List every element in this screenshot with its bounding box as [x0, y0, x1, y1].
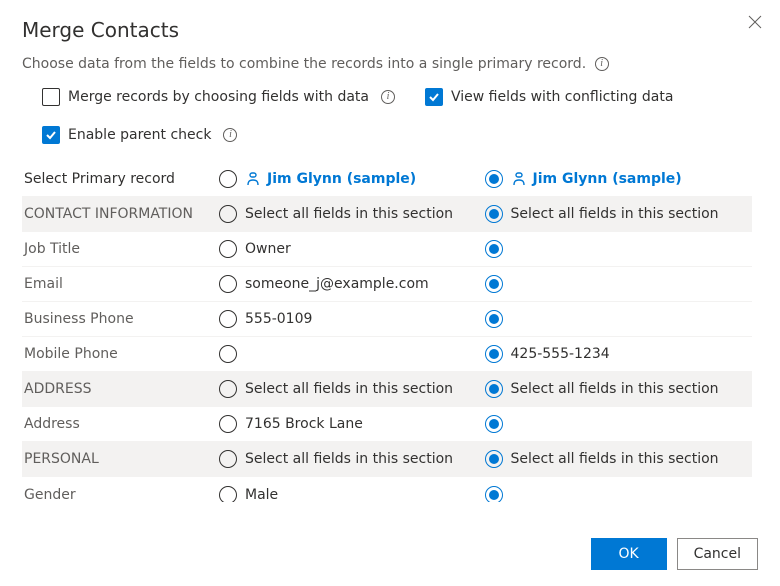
radio-field-right[interactable] — [485, 415, 503, 433]
radio-field-right[interactable] — [485, 240, 503, 258]
section-header: ADDRESS Select all fields in this sectio… — [22, 372, 752, 407]
checkbox-label: Enable parent check — [68, 127, 211, 143]
field-row: Email someone_j@example.com — [22, 267, 752, 302]
radio-section-right[interactable] — [485, 205, 503, 223]
section-title: CONTACT INFORMATION — [24, 206, 219, 222]
field-value-right: 425-555-1234 — [511, 346, 610, 362]
radio-section-right[interactable] — [485, 380, 503, 398]
ok-button[interactable]: OK — [591, 538, 667, 570]
dialog-footer: OK Cancel — [591, 538, 758, 570]
field-value-left: 555-0109 — [245, 311, 312, 327]
radio-field-left[interactable] — [219, 240, 237, 258]
info-icon[interactable]: i — [595, 57, 609, 71]
section-select-all-label: Select all fields in this section — [245, 206, 453, 222]
radio-field-left[interactable] — [219, 345, 237, 363]
radio-field-left[interactable] — [219, 486, 237, 503]
radio-primary-left[interactable] — [219, 170, 237, 188]
person-icon — [245, 171, 261, 187]
radio-field-left[interactable] — [219, 310, 237, 328]
radio-section-left[interactable] — [219, 205, 237, 223]
section-title: ADDRESS — [24, 381, 219, 397]
checkbox-box — [425, 88, 443, 106]
radio-primary-right[interactable] — [485, 170, 503, 188]
checkbox-label: Merge records by choosing fields with da… — [68, 89, 369, 105]
field-label: Address — [24, 416, 219, 432]
dialog-subtitle: Choose data from the fields to combine t… — [22, 56, 758, 72]
section-select-all-label: Select all fields in this section — [245, 381, 453, 397]
section-select-all-label: Select all fields in this section — [245, 451, 453, 467]
radio-field-right[interactable] — [485, 486, 503, 503]
field-row: Gender Male — [22, 477, 752, 502]
field-value-left: Male — [245, 487, 278, 503]
checkbox-box — [42, 88, 60, 106]
merge-contacts-dialog: Merge Contacts Choose data from the fiel… — [0, 0, 780, 586]
primary-record-label: Select Primary record — [24, 171, 219, 187]
info-icon[interactable]: i — [223, 128, 237, 142]
fields-scroll-area[interactable]: Select Primary record Jim Glynn (sample)… — [22, 162, 758, 502]
radio-field-right[interactable] — [485, 275, 503, 293]
primary-record-row: Select Primary record Jim Glynn (sample)… — [22, 162, 752, 197]
field-label: Email — [24, 276, 219, 292]
field-value-left: Owner — [245, 241, 291, 257]
field-row: Mobile Phone 425-555-1234 — [22, 337, 752, 372]
field-label: Mobile Phone — [24, 346, 219, 362]
dialog-title: Merge Contacts — [22, 18, 758, 42]
radio-field-right[interactable] — [485, 345, 503, 363]
radio-section-left[interactable] — [219, 380, 237, 398]
close-button[interactable] — [748, 14, 762, 33]
section-select-all-label: Select all fields in this section — [511, 381, 719, 397]
cancel-button[interactable]: Cancel — [677, 538, 758, 570]
close-icon — [748, 15, 762, 29]
checkbox-enable-parent[interactable]: Enable parent check i — [42, 126, 758, 144]
primary-record-right: Jim Glynn (sample) — [485, 170, 751, 188]
field-value-left: someone_j@example.com — [245, 276, 429, 292]
record-name-left[interactable]: Jim Glynn (sample) — [245, 171, 416, 187]
radio-field-right[interactable] — [485, 310, 503, 328]
primary-record-left: Jim Glynn (sample) — [219, 170, 485, 188]
field-row: Job Title Owner — [22, 232, 752, 267]
section-right-col: Select all fields in this section — [485, 205, 751, 223]
checkbox-label: View fields with conflicting data — [451, 89, 673, 105]
radio-field-left[interactable] — [219, 275, 237, 293]
info-icon[interactable]: i — [381, 90, 395, 104]
section-header: CONTACT INFORMATION Select all fields in… — [22, 197, 752, 232]
section-select-all-label: Select all fields in this section — [511, 206, 719, 222]
field-row: Address 7165 Brock Lane — [22, 407, 752, 442]
section-left-col: Select all fields in this section — [219, 205, 485, 223]
dialog-options: Merge records by choosing fields with da… — [22, 88, 758, 144]
field-label: Business Phone — [24, 311, 219, 327]
radio-section-right[interactable] — [485, 450, 503, 468]
section-title: PERSONAL — [24, 451, 219, 467]
field-label: Gender — [24, 487, 219, 503]
section-header: PERSONAL Select all fields in this secti… — [22, 442, 752, 477]
field-label: Job Title — [24, 241, 219, 257]
record-name-right[interactable]: Jim Glynn (sample) — [511, 171, 682, 187]
field-row: Business Phone 555-0109 — [22, 302, 752, 337]
checkbox-box — [42, 126, 60, 144]
radio-section-left[interactable] — [219, 450, 237, 468]
checkbox-view-conflicting[interactable]: View fields with conflicting data — [425, 88, 673, 106]
section-select-all-label: Select all fields in this section — [511, 451, 719, 467]
checkbox-merge-by-fields[interactable]: Merge records by choosing fields with da… — [42, 88, 395, 106]
field-value-left: 7165 Brock Lane — [245, 416, 363, 432]
person-icon — [511, 171, 527, 187]
radio-field-left[interactable] — [219, 415, 237, 433]
